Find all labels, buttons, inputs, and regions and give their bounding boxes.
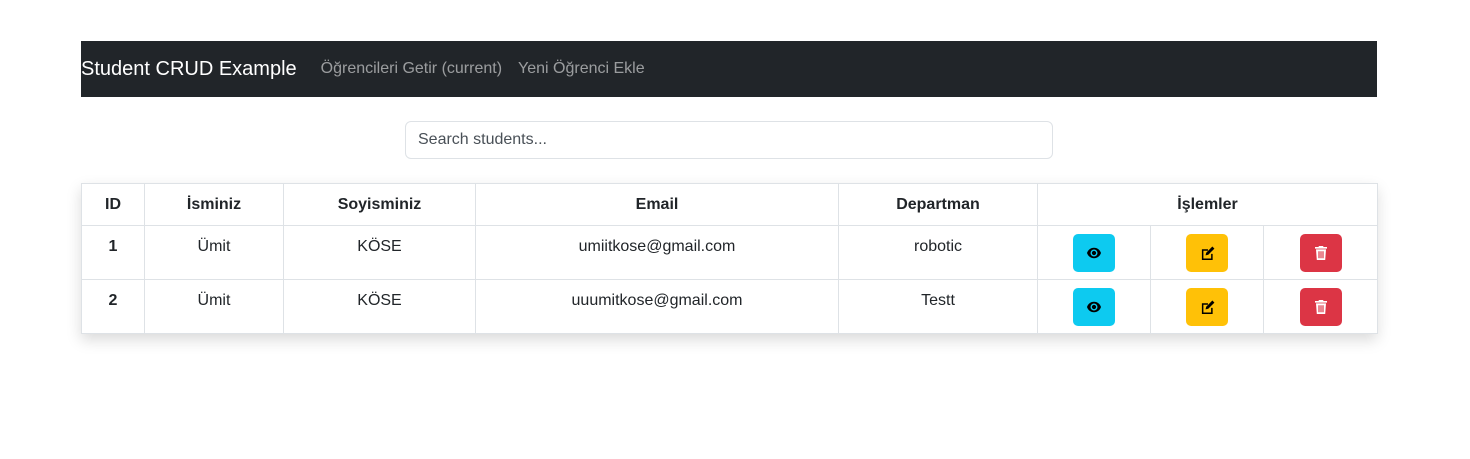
eye-icon: [1087, 301, 1101, 312]
students-table-container: ID İsminiz Soyisminiz Email Departman İş…: [81, 183, 1379, 334]
cell-id: 1: [81, 225, 145, 280]
trash-icon: [1314, 299, 1327, 314]
delete-button[interactable]: [1299, 287, 1342, 326]
delete-button[interactable]: [1299, 233, 1342, 272]
edit-button[interactable]: [1186, 233, 1228, 272]
header-id: ID: [81, 183, 145, 226]
cell-email: uuumitkose@gmail.com: [475, 279, 839, 334]
page: Student CRUD Example Öğrencileri Getir (…: [0, 0, 1470, 459]
header-actions: İşlemler: [1036, 183, 1379, 226]
cell-view-action: [1037, 225, 1151, 280]
cell-delete-action: [1262, 279, 1379, 334]
eye-icon: [1087, 247, 1101, 258]
cell-view-action: [1037, 279, 1151, 334]
nav-link-students[interactable]: Öğrencileri Getir (current): [321, 60, 502, 78]
cell-edit-action: [1150, 225, 1264, 280]
edit-button[interactable]: [1186, 287, 1228, 326]
view-button[interactable]: [1073, 287, 1115, 326]
header-department: Departman: [838, 183, 1038, 226]
edit-icon: [1201, 300, 1214, 314]
edit-icon: [1201, 246, 1214, 260]
table-row: 2 Ümit KÖSE uuumitkose@gmail.com Testt: [81, 279, 1379, 334]
cell-department: robotic: [838, 225, 1038, 280]
header-email: Email: [475, 183, 839, 226]
students-table: ID İsminiz Soyisminiz Email Departman İş…: [81, 183, 1379, 334]
header-first-name: İsminiz: [144, 183, 284, 226]
cell-id: 2: [81, 279, 145, 334]
trash-icon: [1314, 245, 1327, 260]
table-header-row: ID İsminiz Soyisminiz Email Departman İş…: [81, 183, 1379, 226]
table-row: 1 Ümit KÖSE umiitkose@gmail.com robotic: [81, 225, 1379, 280]
cell-last-name: KÖSE: [283, 279, 476, 334]
cell-first-name: Ümit: [144, 279, 284, 334]
cell-first-name: Ümit: [144, 225, 284, 280]
cell-department: Testt: [838, 279, 1038, 334]
search-input[interactable]: [405, 121, 1053, 159]
nav-link-add-student[interactable]: Yeni Öğrenci Ekle: [518, 60, 645, 78]
navbar: Student CRUD Example Öğrencileri Getir (…: [81, 41, 1377, 97]
cell-delete-action: [1262, 225, 1379, 280]
header-last-name: Soyisminiz: [283, 183, 476, 226]
cell-last-name: KÖSE: [283, 225, 476, 280]
cell-email: umiitkose@gmail.com: [475, 225, 839, 280]
navbar-brand[interactable]: Student CRUD Example: [81, 58, 297, 81]
cell-edit-action: [1150, 279, 1264, 334]
view-button[interactable]: [1073, 233, 1115, 272]
